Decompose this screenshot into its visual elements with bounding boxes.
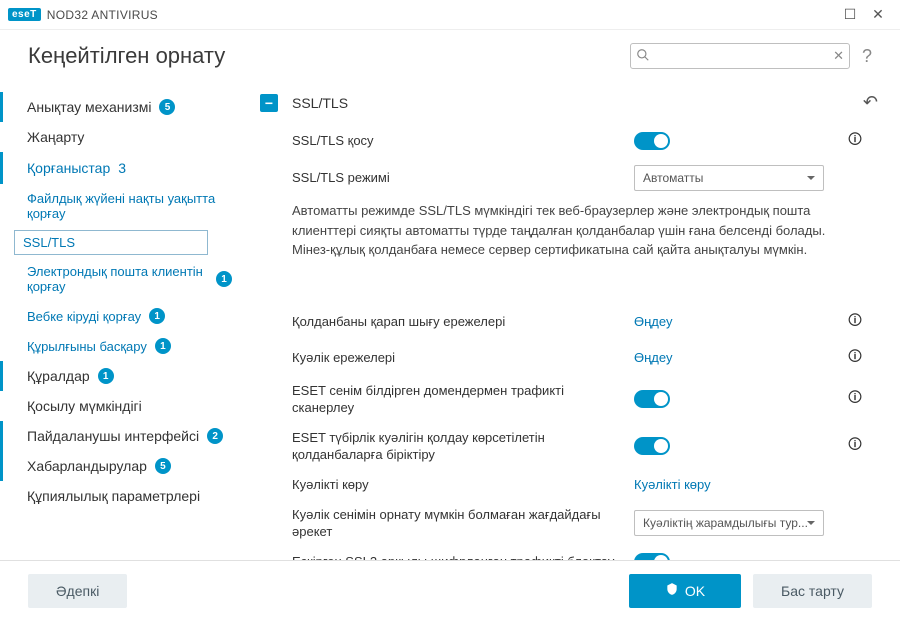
badge: 3 xyxy=(118,160,126,176)
info-icon[interactable]: 🛈 xyxy=(846,346,864,370)
sidebar-item-label: SSL/TLS xyxy=(23,235,75,250)
link-edit-cert-rules[interactable]: Өңдеу xyxy=(634,350,672,365)
label: Куәлік сенімін орнату мүмкін болмаған жа… xyxy=(292,506,622,541)
sidebar: Анықтау механизмі 5 Жаңарту Қорғаныстар … xyxy=(0,82,248,560)
sidebar-item-protection[interactable]: Қорғаныстар 3 xyxy=(0,152,248,184)
label: SSL/TLS режимі xyxy=(292,169,622,187)
toggle-root-cert[interactable] xyxy=(634,437,670,455)
info-icon[interactable]: 🛈 xyxy=(846,310,864,334)
default-button[interactable]: Әдепкі xyxy=(28,574,127,608)
sidebar-item-notifications[interactable]: Хабарландырулар 5 xyxy=(0,451,248,481)
label: Куәлікті көру xyxy=(292,476,622,494)
clear-search-icon[interactable]: ✕ xyxy=(833,48,844,64)
row-scan-trusted: ESET сенім білдірген домендермен трафикт… xyxy=(248,376,890,423)
select-cert-trust-action[interactable]: Куәліктің жарамдылығы тур... xyxy=(634,510,824,536)
section-title: SSL/TLS xyxy=(292,95,849,111)
help-icon[interactable]: ? xyxy=(862,46,872,67)
cancel-button[interactable]: Бас тарту xyxy=(753,574,872,608)
window-close-icon[interactable]: ✕ xyxy=(864,1,892,29)
badge: 1 xyxy=(155,338,171,354)
ok-button[interactable]: OK xyxy=(629,574,741,608)
sidebar-item-ui[interactable]: Пайдаланушы интерфейсі 2 xyxy=(0,421,248,451)
toggle-ssl-enable[interactable] xyxy=(634,132,670,150)
badge: 1 xyxy=(149,308,165,324)
sidebar-item-label: Қосылу мүмкіндігі xyxy=(27,398,142,414)
sidebar-item-label: Құралдар xyxy=(27,368,90,384)
label: SSL/TLS қосу xyxy=(292,132,622,150)
sidebar-item-label: Жаңарту xyxy=(27,129,84,145)
sidebar-item-privacy[interactable]: Құпиялылық параметрлері xyxy=(0,481,248,511)
link-edit-app-rules[interactable]: Өңдеу xyxy=(634,314,672,329)
sidebar-sub-email[interactable]: Электрондық пошта клиентін қорғау 1 xyxy=(0,257,248,301)
sidebar-item-label: Құпиялылық параметрлері xyxy=(27,488,200,504)
sidebar-item-label: Құрылғыны басқару xyxy=(27,339,147,354)
label: Қолданбаны қарап шығу ережелері xyxy=(292,313,622,331)
sidebar-item-label: Вебке кіруді қорғау xyxy=(27,309,141,324)
info-icon[interactable]: 🛈 xyxy=(846,387,864,411)
sidebar-sub-realtime[interactable]: Файлдық жүйені нақты уақытта қорғау xyxy=(0,184,248,228)
search-input[interactable] xyxy=(630,43,850,69)
sidebar-item-update[interactable]: Жаңарту xyxy=(0,122,248,152)
main-panel: − SSL/TLS ↶ SSL/TLS қосу 🛈 SSL/TLS режим… xyxy=(248,82,900,560)
sidebar-sub-web[interactable]: Вебке кіруді қорғау 1 xyxy=(0,301,248,331)
sidebar-sub-device[interactable]: Құрылғыны басқару 1 xyxy=(0,331,248,361)
reset-icon[interactable]: ↶ xyxy=(863,92,878,113)
select-ssl-mode[interactable]: Автоматты xyxy=(634,165,824,191)
section-header: − SSL/TLS ↶ xyxy=(248,82,890,123)
row-view-cert: Куәлікті көру Куәлікті көру xyxy=(248,470,890,500)
label: ESET сенім білдірген домендермен трафикт… xyxy=(292,382,622,417)
row-root-cert: ESET түбірлік куәлігін қолдау көрсетілет… xyxy=(248,423,890,470)
toggle-block-ssl2[interactable] xyxy=(634,553,670,560)
mode-description: Автоматты режимде SSL/TLS мүмкіндігі тек… xyxy=(248,197,890,274)
row-ssl-enable: SSL/TLS қосу 🛈 xyxy=(248,123,890,159)
badge: 5 xyxy=(159,99,175,115)
badge: 1 xyxy=(216,271,232,287)
row-ssl-mode: SSL/TLS режимі Автоматты xyxy=(248,159,890,197)
badge: 1 xyxy=(98,368,114,384)
label: Ескірген SSL2 арқылы шифрланған трафикті… xyxy=(292,553,622,560)
brand-badge: eseT xyxy=(8,8,41,21)
label: ESET түбірлік куәлігін қолдау көрсетілет… xyxy=(292,429,622,464)
sidebar-item-label: Қорғаныстар xyxy=(27,160,110,176)
label: Куәлік ережелері xyxy=(292,349,622,367)
sidebar-sub-ssl-tls[interactable]: SSL/TLS xyxy=(14,230,208,255)
row-block-ssl2: Ескірген SSL2 арқылы шифрланған трафикті… xyxy=(248,547,890,560)
sidebar-item-detection[interactable]: Анықтау механизмі 5 xyxy=(0,92,248,122)
sidebar-item-label: Файлдық жүйені нақты уақытта қорғау xyxy=(27,191,232,221)
row-cert-trust-action: Куәлік сенімін орнату мүмкін болмаған жа… xyxy=(248,500,890,547)
search-box: ✕ xyxy=(630,43,850,69)
page-title: Кеңейтілген орнату xyxy=(28,43,225,69)
shield-icon xyxy=(665,582,679,599)
sidebar-item-label: Электрондық пошта клиентін қорғау xyxy=(27,264,208,294)
sidebar-item-label: Хабарландырулар xyxy=(27,458,147,474)
footer: Әдепкі OK Бас тарту xyxy=(0,560,900,620)
row-cert-rules: Куәлік ережелері Өңдеу 🛈 xyxy=(248,340,890,376)
toggle-scan-trusted[interactable] xyxy=(634,390,670,408)
sidebar-item-tools[interactable]: Құралдар 1 xyxy=(0,361,248,391)
collapse-icon[interactable]: − xyxy=(260,94,278,112)
ok-label: OK xyxy=(685,583,705,599)
link-view-cert[interactable]: Куәлікті көру xyxy=(634,477,711,492)
sidebar-item-label: Анықтау механизмі xyxy=(27,99,151,115)
header: Кеңейтілген орнату ✕ ? xyxy=(0,30,900,82)
info-icon[interactable]: 🛈 xyxy=(846,434,864,458)
titlebar: eseT NOD32 ANTIVIRUS ☐ ✕ xyxy=(0,0,900,30)
brand-text: NOD32 ANTIVIRUS xyxy=(47,8,158,22)
app-logo: eseT NOD32 ANTIVIRUS xyxy=(8,8,158,22)
badge: 5 xyxy=(155,458,171,474)
row-app-rules: Қолданбаны қарап шығу ережелері Өңдеу 🛈 xyxy=(248,304,890,340)
sidebar-item-label: Пайдаланушы интерфейсі xyxy=(27,428,199,444)
window-maximize-icon[interactable]: ☐ xyxy=(836,1,864,29)
info-icon[interactable]: 🛈 xyxy=(846,129,864,153)
sidebar-item-connectivity[interactable]: Қосылу мүмкіндігі xyxy=(0,391,248,421)
badge: 2 xyxy=(207,428,223,444)
search-icon xyxy=(636,48,650,65)
